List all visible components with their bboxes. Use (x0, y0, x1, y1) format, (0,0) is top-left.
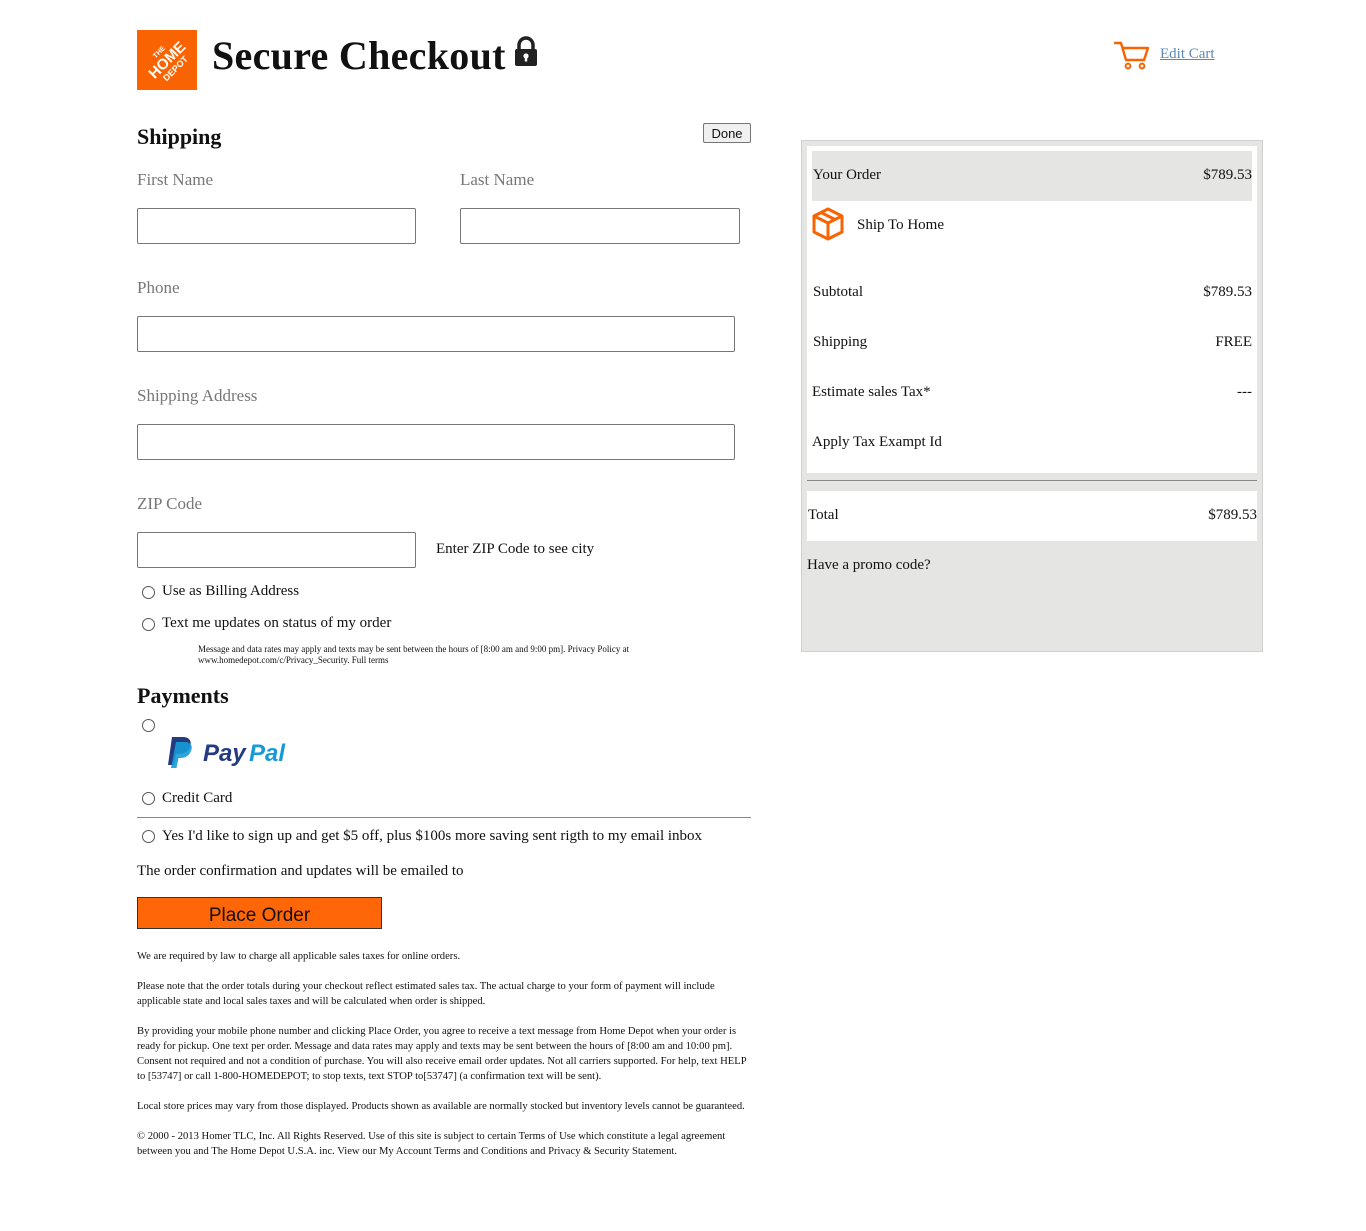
last-name-input[interactable] (460, 208, 740, 244)
paypal-radio[interactable] (142, 719, 155, 732)
text-updates-radio[interactable] (142, 618, 155, 631)
box-icon (811, 207, 845, 241)
legal-paragraph: By providing your mobile phone number an… (137, 1026, 747, 1082)
legal-text: We are required by law to charge all app… (137, 949, 753, 1174)
promo-code-link[interactable]: Have a promo code? (807, 557, 931, 574)
place-order-button[interactable]: Place Order (137, 897, 382, 929)
billing-address-radio[interactable] (142, 586, 155, 599)
cart-icon[interactable] (1113, 40, 1150, 70)
signup-offer-radio[interactable] (142, 830, 155, 843)
last-name-label: Last Name (460, 170, 535, 189)
shipping-title: Shipping (137, 124, 222, 149)
legal-paragraph: Please note that the order totals during… (137, 981, 715, 1007)
credit-card-radio[interactable] (142, 792, 155, 805)
home-depot-logo: THE HOME DEPOT (137, 30, 197, 90)
legal-paragraph: We are required by law to charge all app… (137, 951, 461, 962)
paypal-wordmark-pay: Pay (203, 740, 247, 767)
your-order-value: $789.53 (1203, 167, 1252, 183)
summary-divider (807, 480, 1257, 481)
tax-exempt-link[interactable]: Apply Tax Exampt Id (812, 434, 942, 451)
total-value: $789.53 (1208, 507, 1257, 523)
subtotal-value: $789.53 (1203, 284, 1252, 300)
credit-card-label: Credit Card (162, 790, 233, 806)
payments-title: Payments (137, 683, 229, 708)
paypal-logo[interactable]: Pay Pal (166, 733, 296, 769)
lock-icon (514, 36, 538, 68)
done-button[interactable]: Done (703, 123, 751, 143)
confirmation-email-text: The order confirmation and updates will … (137, 863, 464, 879)
total-label: Total (808, 507, 839, 523)
phone-label: Phone (137, 278, 180, 297)
ship-to-home-label: Ship To Home (857, 217, 945, 233)
sms-fine-print: Message and data rates may apply and tex… (198, 644, 630, 665)
paypal-wordmark-pal: Pal (249, 740, 286, 767)
zip-code-input[interactable] (137, 532, 416, 568)
text-updates-label: Text me updates on status of my order (162, 615, 392, 631)
shipping-cost-value: FREE (1215, 334, 1252, 350)
legal-paragraph: Local store prices may vary from those d… (137, 1101, 745, 1112)
shipping-cost-label: Shipping (813, 334, 868, 350)
signup-offer-label: Yes I'd like to sign up and get $5 off, … (162, 828, 703, 844)
legal-paragraph: © 2000 - 2013 Homer TLC, Inc. All Rights… (137, 1131, 726, 1157)
first-name-label: First Name (137, 170, 214, 189)
your-order-label: Your Order (813, 167, 882, 183)
shipping-address-label: Shipping Address (137, 386, 258, 405)
shipping-address-input[interactable] (137, 424, 735, 460)
first-name-input[interactable] (137, 208, 416, 244)
sales-tax-label: Estimate sales Tax* (812, 384, 931, 400)
phone-input[interactable] (137, 316, 735, 352)
zip-city-hint: Enter ZIP Code to see city (436, 541, 595, 557)
sales-tax-value: --- (1237, 384, 1252, 400)
zip-code-label: ZIP Code (137, 494, 203, 513)
billing-address-label: Use as Billing Address (162, 583, 300, 599)
subtotal-label: Subtotal (813, 284, 864, 300)
page-title: Secure Checkout (212, 33, 506, 78)
edit-cart-link[interactable]: Edit Cart (1160, 46, 1215, 63)
payments-divider (137, 817, 751, 818)
